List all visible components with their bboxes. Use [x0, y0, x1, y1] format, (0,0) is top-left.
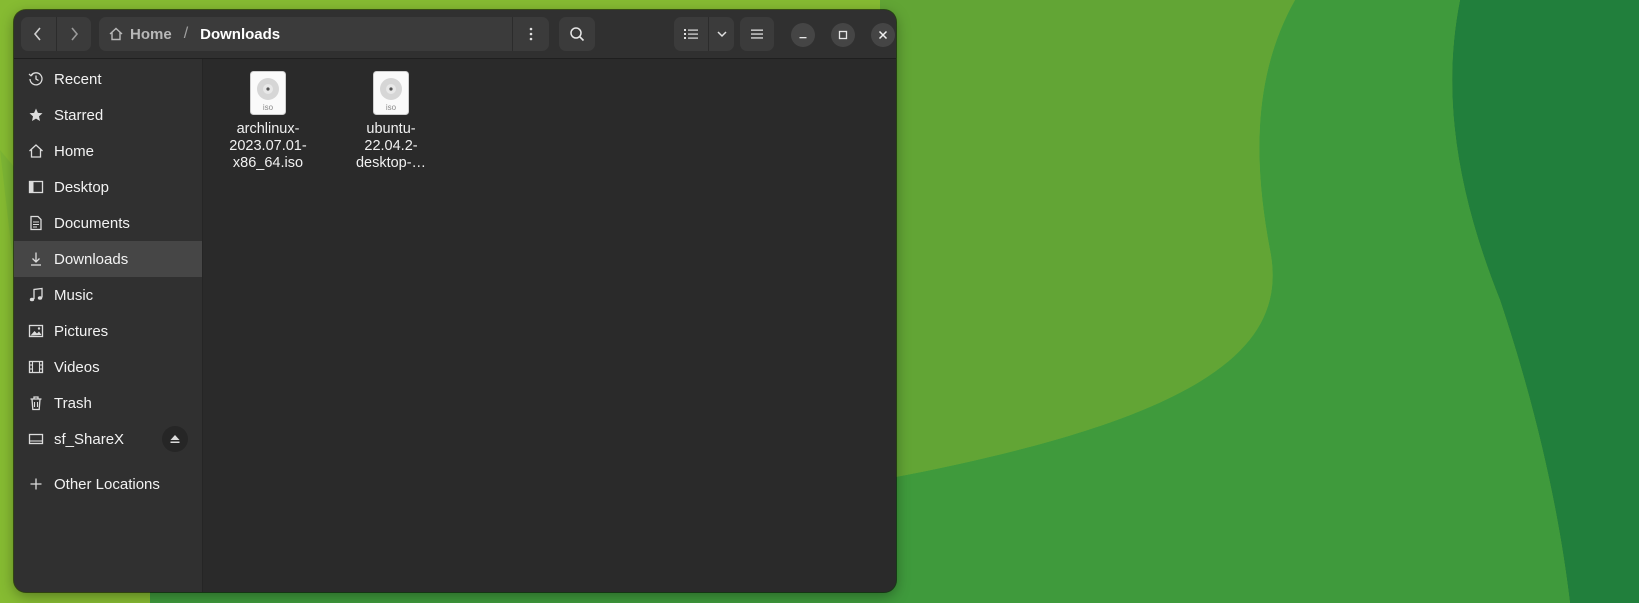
- document-icon: [27, 214, 45, 232]
- disc-image-icon: iso: [373, 71, 409, 115]
- sidebar-item-other-locations[interactable]: Other Locations: [14, 466, 202, 502]
- chevron-down-icon: [717, 31, 727, 38]
- trash-icon: [27, 394, 45, 412]
- minimize-button[interactable]: [791, 23, 815, 47]
- file-type-label: iso: [386, 103, 397, 112]
- sidebar-item-label: Music: [54, 286, 94, 304]
- path-home-label: Home: [130, 25, 172, 43]
- file-name-line: 2023.07.01-: [229, 138, 307, 154]
- path-current-folder[interactable]: Downloads: [200, 26, 280, 43]
- kebab-menu-icon: [529, 27, 533, 41]
- sidebar-item-label: Trash: [54, 394, 92, 412]
- sidebar-item-documents[interactable]: Documents: [14, 205, 202, 241]
- view-toggle-group: [674, 17, 734, 51]
- sidebar-item-label: Downloads: [54, 250, 129, 268]
- file-name: archlinux- 2023.07.01- x86_64.iso: [218, 121, 318, 172]
- sidebar-item-starred[interactable]: Starred: [14, 97, 202, 133]
- navigation-buttons: [21, 17, 91, 51]
- search-button[interactable]: [559, 17, 595, 51]
- path-bar: Home / Downloads: [99, 17, 549, 51]
- close-button[interactable]: [871, 23, 895, 47]
- header-bar: Home / Downloads: [14, 10, 896, 59]
- music-icon: [27, 286, 45, 304]
- sidebar-item-label: Starred: [54, 106, 104, 124]
- plus-icon: [27, 475, 45, 493]
- sidebar-item-downloads[interactable]: Downloads: [14, 241, 202, 277]
- file-manager-window: Home / Downloads Recent Starred Home Des…: [14, 10, 896, 592]
- file-type-label: iso: [263, 103, 274, 112]
- sidebar-item-recent[interactable]: Recent: [14, 61, 202, 97]
- maximize-button[interactable]: [831, 23, 855, 47]
- sidebar-item-pictures[interactable]: Pictures: [14, 313, 202, 349]
- file-name-line: x86_64.iso: [232, 155, 304, 171]
- search-icon: [570, 27, 585, 42]
- chevron-left-icon: [34, 27, 41, 41]
- file-name: ubuntu- 22.04.2- desktop-…: [341, 121, 441, 172]
- sidebar-item-label: Documents: [54, 214, 130, 232]
- disc-image-icon: iso: [250, 71, 286, 115]
- sidebar-item-home[interactable]: Home: [14, 133, 202, 169]
- sidebar-item-label: sf_ShareX: [54, 430, 125, 448]
- sidebar: Recent Starred Home Desktop Documents Do…: [14, 59, 203, 592]
- file-item[interactable]: iso archlinux- 2023.07.01- x86_64.iso: [218, 71, 318, 172]
- sidebar-item-videos[interactable]: Videos: [14, 349, 202, 385]
- view-options-button[interactable]: [708, 17, 734, 51]
- home-icon: [109, 27, 123, 41]
- sidebar-item-label: Home: [54, 142, 95, 160]
- sidebar-item-label: Pictures: [54, 322, 109, 340]
- sidebar-item-label: Videos: [54, 358, 100, 376]
- download-icon: [27, 250, 45, 268]
- list-view-button[interactable]: [674, 17, 708, 51]
- home-icon: [27, 142, 45, 160]
- maximize-icon: [838, 30, 848, 40]
- file-view: iso archlinux- 2023.07.01- x86_64.iso is…: [203, 59, 896, 592]
- path-menu-button[interactable]: [512, 17, 549, 51]
- eject-button[interactable]: [162, 426, 188, 452]
- sidebar-item-label: Recent: [54, 70, 102, 88]
- path-separator: /: [183, 25, 189, 42]
- sidebar-item-label: Other Locations: [54, 475, 160, 493]
- picture-icon: [27, 322, 45, 340]
- path-home-button[interactable]: Home: [108, 26, 172, 43]
- sidebar-item-label: Desktop: [54, 178, 110, 196]
- desktop-icon: [27, 178, 45, 196]
- star-icon: [27, 106, 45, 124]
- file-item[interactable]: iso ubuntu- 22.04.2- desktop-…: [341, 71, 441, 172]
- list-view-icon: [684, 29, 699, 39]
- sidebar-item-trash[interactable]: Trash: [14, 385, 202, 421]
- clock-icon: [27, 70, 45, 88]
- back-button[interactable]: [21, 17, 56, 51]
- main-menu-button[interactable]: [740, 17, 774, 51]
- file-name-line: 22.04.2-: [364, 138, 418, 154]
- hamburger-menu-icon: [751, 29, 763, 39]
- sidebar-item-sf-sharex[interactable]: sf_ShareX: [14, 421, 202, 457]
- minimize-icon: [799, 37, 807, 39]
- file-name-line: desktop-…: [355, 155, 427, 171]
- eject-icon: [170, 435, 180, 443]
- file-name-line: ubuntu-: [366, 121, 416, 137]
- sidebar-item-desktop[interactable]: Desktop: [14, 169, 202, 205]
- chevron-right-icon: [71, 27, 78, 41]
- close-icon: [878, 30, 888, 40]
- video-icon: [27, 358, 45, 376]
- forward-button[interactable]: [55, 17, 92, 51]
- sidebar-item-music[interactable]: Music: [14, 277, 202, 313]
- drive-icon: [27, 430, 45, 448]
- file-name-line: archlinux-: [236, 121, 300, 137]
